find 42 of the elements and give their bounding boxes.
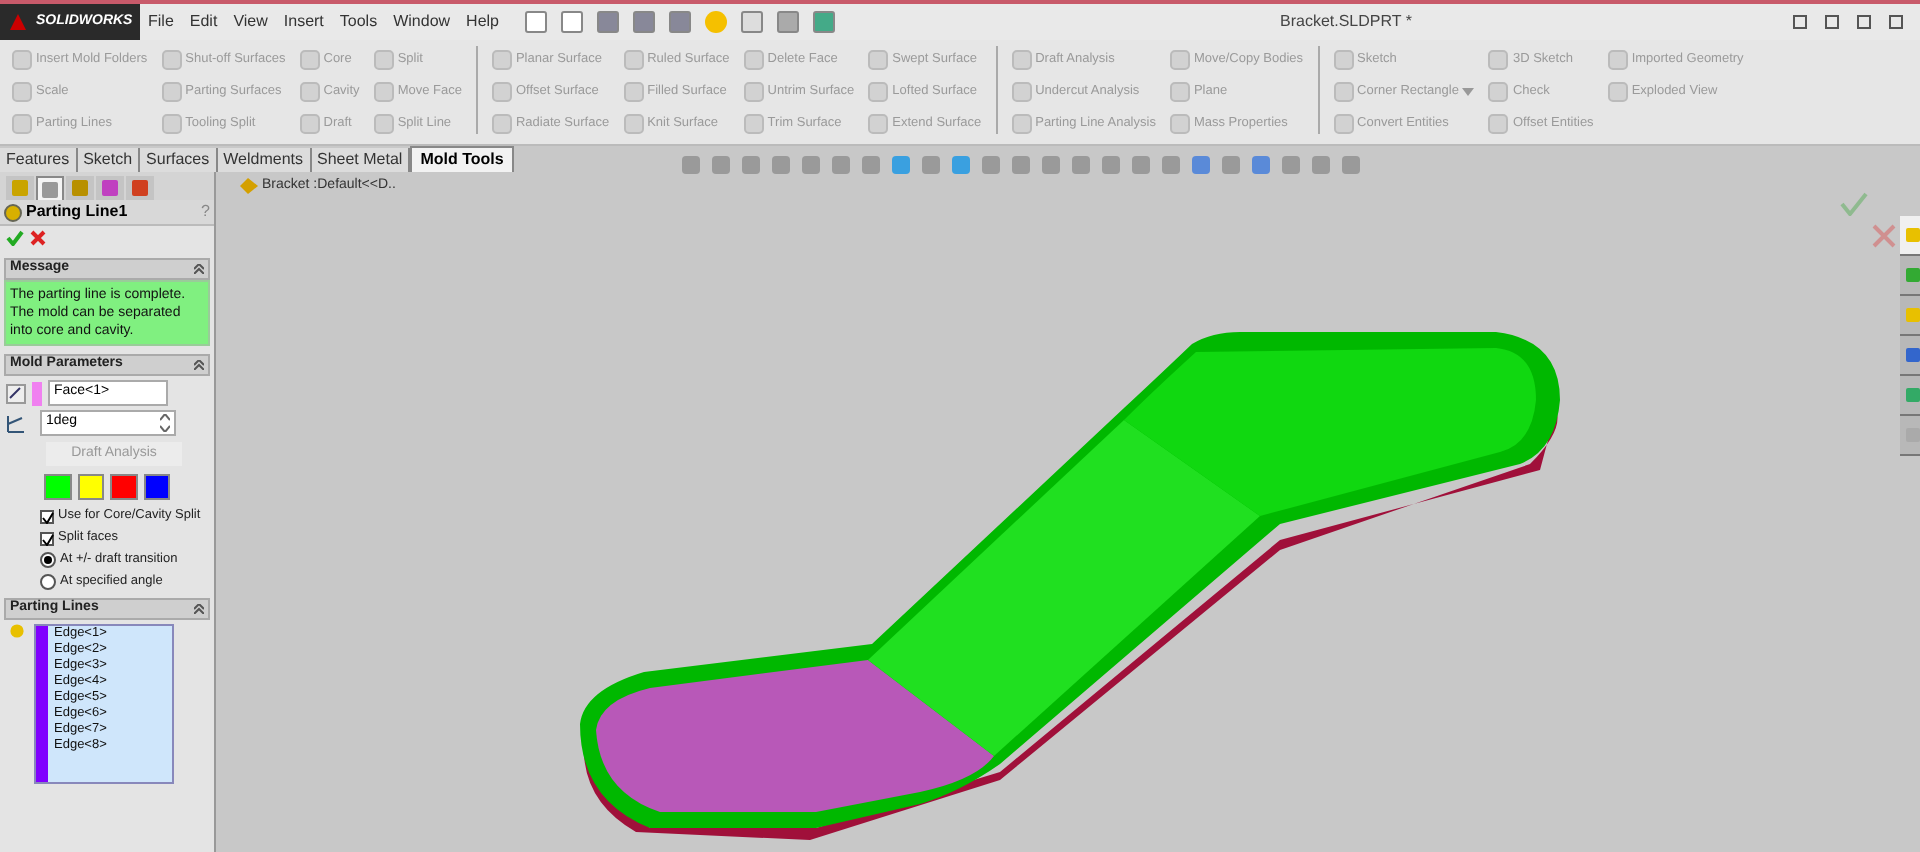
- help-button[interactable]: ?: [201, 200, 210, 224]
- tab[interactable]: Features: [0, 148, 78, 172]
- panel-tab[interactable]: [96, 176, 124, 200]
- panel-title: Parting Line1: [26, 200, 128, 224]
- panel-tab[interactable]: [36, 176, 64, 200]
- window-title: Bracket.SLDPRT *: [1280, 10, 1412, 34]
- task-pane-tab[interactable]: [1900, 216, 1920, 256]
- menu-item[interactable]: View: [225, 10, 276, 34]
- angle-icon: [6, 413, 26, 433]
- spin-arrows-icon[interactable]: [160, 414, 170, 432]
- panel-tab[interactable]: [126, 176, 154, 200]
- collapse-chevron-icon[interactable]: [194, 604, 204, 614]
- collapse-chevron-icon[interactable]: [194, 264, 204, 274]
- menu-item[interactable]: Insert: [275, 10, 332, 34]
- direction-icon[interactable]: [6, 383, 26, 403]
- menu-item[interactable]: Help: [458, 10, 507, 34]
- menu-item[interactable]: File: [140, 10, 182, 34]
- tab[interactable]: Surfaces: [140, 148, 218, 172]
- collapse-chevron-icon[interactable]: [194, 360, 204, 370]
- checkbox[interactable]: [40, 510, 54, 524]
- face-color-icon: [32, 381, 42, 405]
- tab[interactable]: Sheet Metal: [311, 148, 411, 172]
- radio-button[interactable]: [40, 552, 56, 568]
- task-pane-tab[interactable]: [1900, 376, 1920, 416]
- menu-item[interactable]: Tools: [331, 10, 386, 34]
- menu-item[interactable]: Window: [385, 10, 459, 34]
- menu-item[interactable]: Edit: [181, 10, 226, 34]
- ds-logo-icon: [8, 12, 28, 32]
- panel-tab[interactable]: [6, 176, 34, 200]
- checkbox[interactable]: [40, 532, 54, 546]
- confirm-check-icon[interactable]: [1840, 192, 1868, 216]
- tab[interactable]: Sketch: [77, 148, 141, 172]
- radio-button[interactable]: [40, 574, 56, 590]
- task-pane-tab[interactable]: [1900, 256, 1920, 296]
- tab[interactable]: Mold Tools: [410, 146, 514, 172]
- task-pane-tab[interactable]: [1900, 336, 1920, 376]
- panel-tab[interactable]: [66, 176, 94, 200]
- task-pane-tab[interactable]: [1900, 296, 1920, 336]
- tab[interactable]: Weldments: [217, 148, 311, 172]
- task-pane-tab[interactable]: [1900, 416, 1920, 456]
- cancel-x-icon[interactable]: [30, 230, 46, 246]
- ok-checkmark-icon[interactable]: [6, 230, 24, 246]
